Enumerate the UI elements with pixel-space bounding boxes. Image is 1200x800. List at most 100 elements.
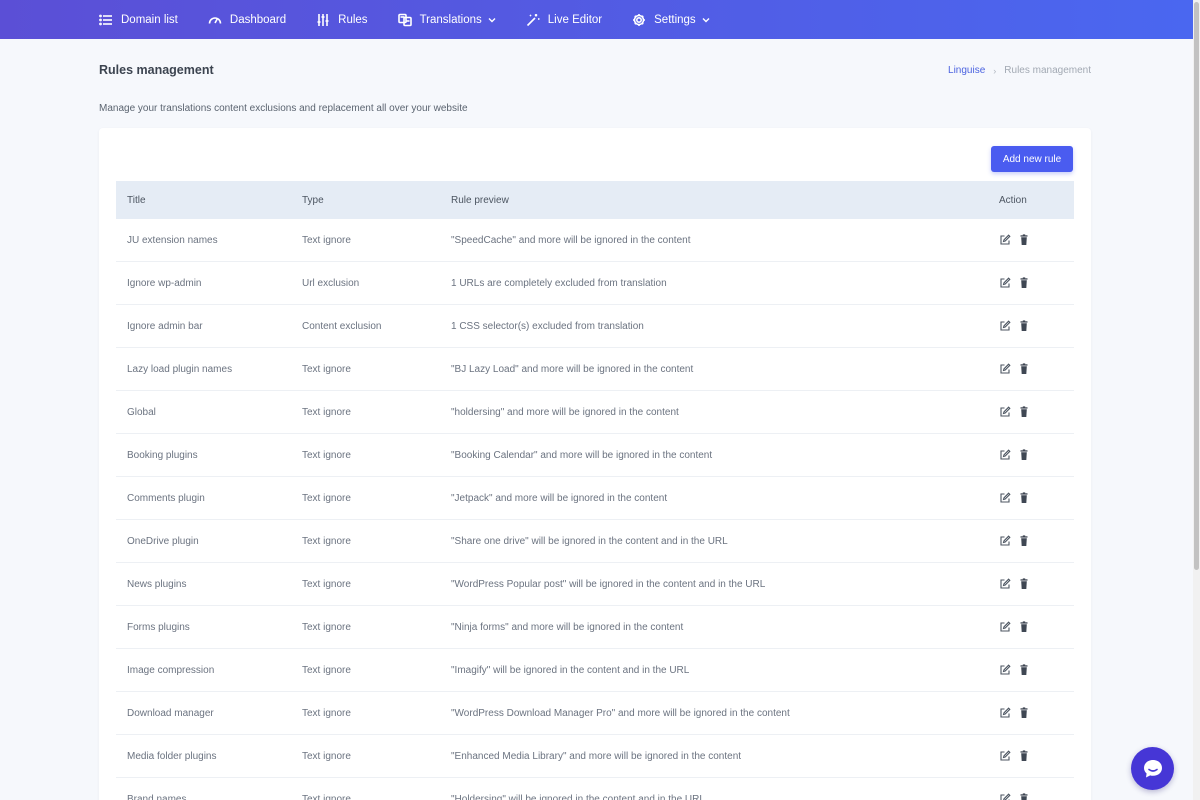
rule-type: Text ignore xyxy=(302,578,351,590)
column-header-title: Title xyxy=(127,194,146,206)
rule-title: Image compression xyxy=(127,664,215,676)
trash-icon[interactable] xyxy=(1018,621,1030,633)
nav-item-dashboard[interactable]: Dashboard xyxy=(208,13,286,27)
rule-preview: "holdersing" and more will be ignored in… xyxy=(451,406,679,418)
rule-actions xyxy=(976,492,1074,504)
rule-actions xyxy=(976,406,1074,418)
rule-type: Text ignore xyxy=(302,707,351,719)
edit-icon[interactable] xyxy=(999,363,1011,375)
rule-type: Text ignore xyxy=(302,234,351,246)
edit-icon[interactable] xyxy=(999,320,1011,332)
rule-type: Text ignore xyxy=(302,664,351,676)
edit-icon[interactable] xyxy=(999,621,1011,633)
page-title: Rules management xyxy=(99,63,214,77)
rule-title: Media folder plugins xyxy=(127,750,217,762)
edit-icon[interactable] xyxy=(999,277,1011,289)
edit-icon[interactable] xyxy=(999,234,1011,246)
rule-preview: "Enhanced Media Library" and more will b… xyxy=(451,750,742,762)
table-row: Brand names Text ignore "Holdersing" will … xyxy=(116,778,1074,800)
rule-actions xyxy=(976,449,1074,461)
page-description: Manage your translations content exclusi… xyxy=(99,103,468,114)
rule-preview: "Booking Calendar" and more will be igno… xyxy=(451,449,713,461)
nav-item-translations[interactable]: Translations xyxy=(397,13,496,27)
rule-title: Global xyxy=(127,406,156,418)
rule-title: Ignore admin bar xyxy=(127,320,203,332)
rule-actions xyxy=(976,707,1074,719)
table-row: Media folder plugins Text ignore "Enhanced… xyxy=(116,735,1074,778)
breadcrumb: Linguise › Rules management xyxy=(948,65,1091,76)
edit-icon[interactable] xyxy=(999,750,1011,762)
table-row: Forms plugins Text ignore "Ninja forms" an… xyxy=(116,606,1074,649)
table-row: Ignore admin bar Content exclusion 1 CSS s… xyxy=(116,305,1074,348)
rule-preview: "Holdersing" will be ignored in the cont… xyxy=(451,793,705,800)
chevron-right-icon: › xyxy=(993,65,997,76)
table-row: Booking plugins Text ignore "Booking Calen… xyxy=(116,434,1074,477)
edit-icon[interactable] xyxy=(999,449,1011,461)
page-scrollbar[interactable] xyxy=(1193,0,1200,800)
rule-type: Text ignore xyxy=(302,621,351,633)
nav-item-domain-list[interactable]: Domain list xyxy=(99,13,178,27)
rule-title: Comments plugin xyxy=(127,492,205,504)
table-header: Title Type Rule preview Action xyxy=(116,181,1074,219)
trash-icon[interactable] xyxy=(1018,406,1030,418)
trash-icon[interactable] xyxy=(1018,707,1030,719)
table-row: Ignore wp-admin Url exclusion 1 URLs are c… xyxy=(116,262,1074,305)
breadcrumb-current: Rules management xyxy=(1004,65,1091,76)
trash-icon[interactable] xyxy=(1018,363,1030,375)
rule-preview: "Jetpack" and more will be ignored in th… xyxy=(451,492,668,504)
trash-icon[interactable] xyxy=(1018,449,1030,461)
rule-type: Text ignore xyxy=(302,492,351,504)
edit-icon[interactable] xyxy=(999,578,1011,590)
trash-icon[interactable] xyxy=(1018,277,1030,289)
nav-item-live-editor[interactable]: Live Editor xyxy=(526,13,602,27)
rule-type: Text ignore xyxy=(302,535,351,547)
chat-icon xyxy=(1143,759,1162,777)
table-row: Comments plugin Text ignore "Jetpack" and … xyxy=(116,477,1074,520)
rule-title: Brand names xyxy=(127,793,187,800)
table-row: Global Text ignore "holdersing" and more w… xyxy=(116,391,1074,434)
chat-widget-button[interactable] xyxy=(1131,747,1174,790)
sliders-icon xyxy=(317,13,329,26)
rule-preview: "BJ Lazy Load" and more will be ignored … xyxy=(451,363,694,375)
nav-label: Rules xyxy=(338,13,368,26)
rule-type: Url exclusion xyxy=(302,277,360,289)
trash-icon[interactable] xyxy=(1018,793,1030,800)
trash-icon[interactable] xyxy=(1018,535,1030,547)
rule-type: Text ignore xyxy=(302,449,351,461)
nav-label: Settings xyxy=(654,13,696,26)
nav-item-settings[interactable]: Settings xyxy=(632,13,710,27)
trash-icon[interactable] xyxy=(1018,664,1030,676)
edit-icon[interactable] xyxy=(999,492,1011,504)
scrollbar-thumb[interactable] xyxy=(1194,2,1199,570)
edit-icon[interactable] xyxy=(999,406,1011,418)
nav-label: Translations xyxy=(419,13,482,26)
rule-actions xyxy=(976,363,1074,375)
rule-title: Ignore wp-admin xyxy=(127,277,202,289)
rule-title: Forms plugins xyxy=(127,621,190,633)
table-row: JU extension names Text ignore "SpeedCache… xyxy=(116,219,1074,262)
top-navbar: Domain list Dashboard Rules Translations… xyxy=(0,0,1193,39)
nav-item-rules[interactable]: Rules xyxy=(316,13,368,27)
breadcrumb-root-link[interactable]: Linguise xyxy=(948,65,985,76)
add-new-rule-button[interactable]: Add new rule xyxy=(991,146,1073,172)
edit-icon[interactable] xyxy=(999,707,1011,719)
rule-title: Booking plugins xyxy=(127,449,198,461)
trash-icon[interactable] xyxy=(1018,750,1030,762)
rules-card: Add new rule Title Type Rule preview Act… xyxy=(99,128,1091,800)
rule-type: Text ignore xyxy=(302,406,351,418)
table-row: News plugins Text ignore "WordPress Popula… xyxy=(116,563,1074,606)
rule-preview: "Imagify" will be ignored in the content… xyxy=(451,664,690,676)
rule-title: OneDrive plugin xyxy=(127,535,199,547)
rule-type: Text ignore xyxy=(302,750,351,762)
trash-icon[interactable] xyxy=(1018,578,1030,590)
edit-icon[interactable] xyxy=(999,535,1011,547)
nav-label: Dashboard xyxy=(229,13,287,26)
edit-icon[interactable] xyxy=(999,793,1011,800)
magic-wand-icon xyxy=(526,13,540,26)
trash-icon[interactable] xyxy=(1018,492,1030,504)
rule-title: Lazy load plugin names xyxy=(127,363,233,375)
rule-preview: "WordPress Download Manager Pro" and mor… xyxy=(451,707,790,719)
trash-icon[interactable] xyxy=(1018,234,1030,246)
trash-icon[interactable] xyxy=(1018,320,1030,332)
edit-icon[interactable] xyxy=(999,664,1011,676)
